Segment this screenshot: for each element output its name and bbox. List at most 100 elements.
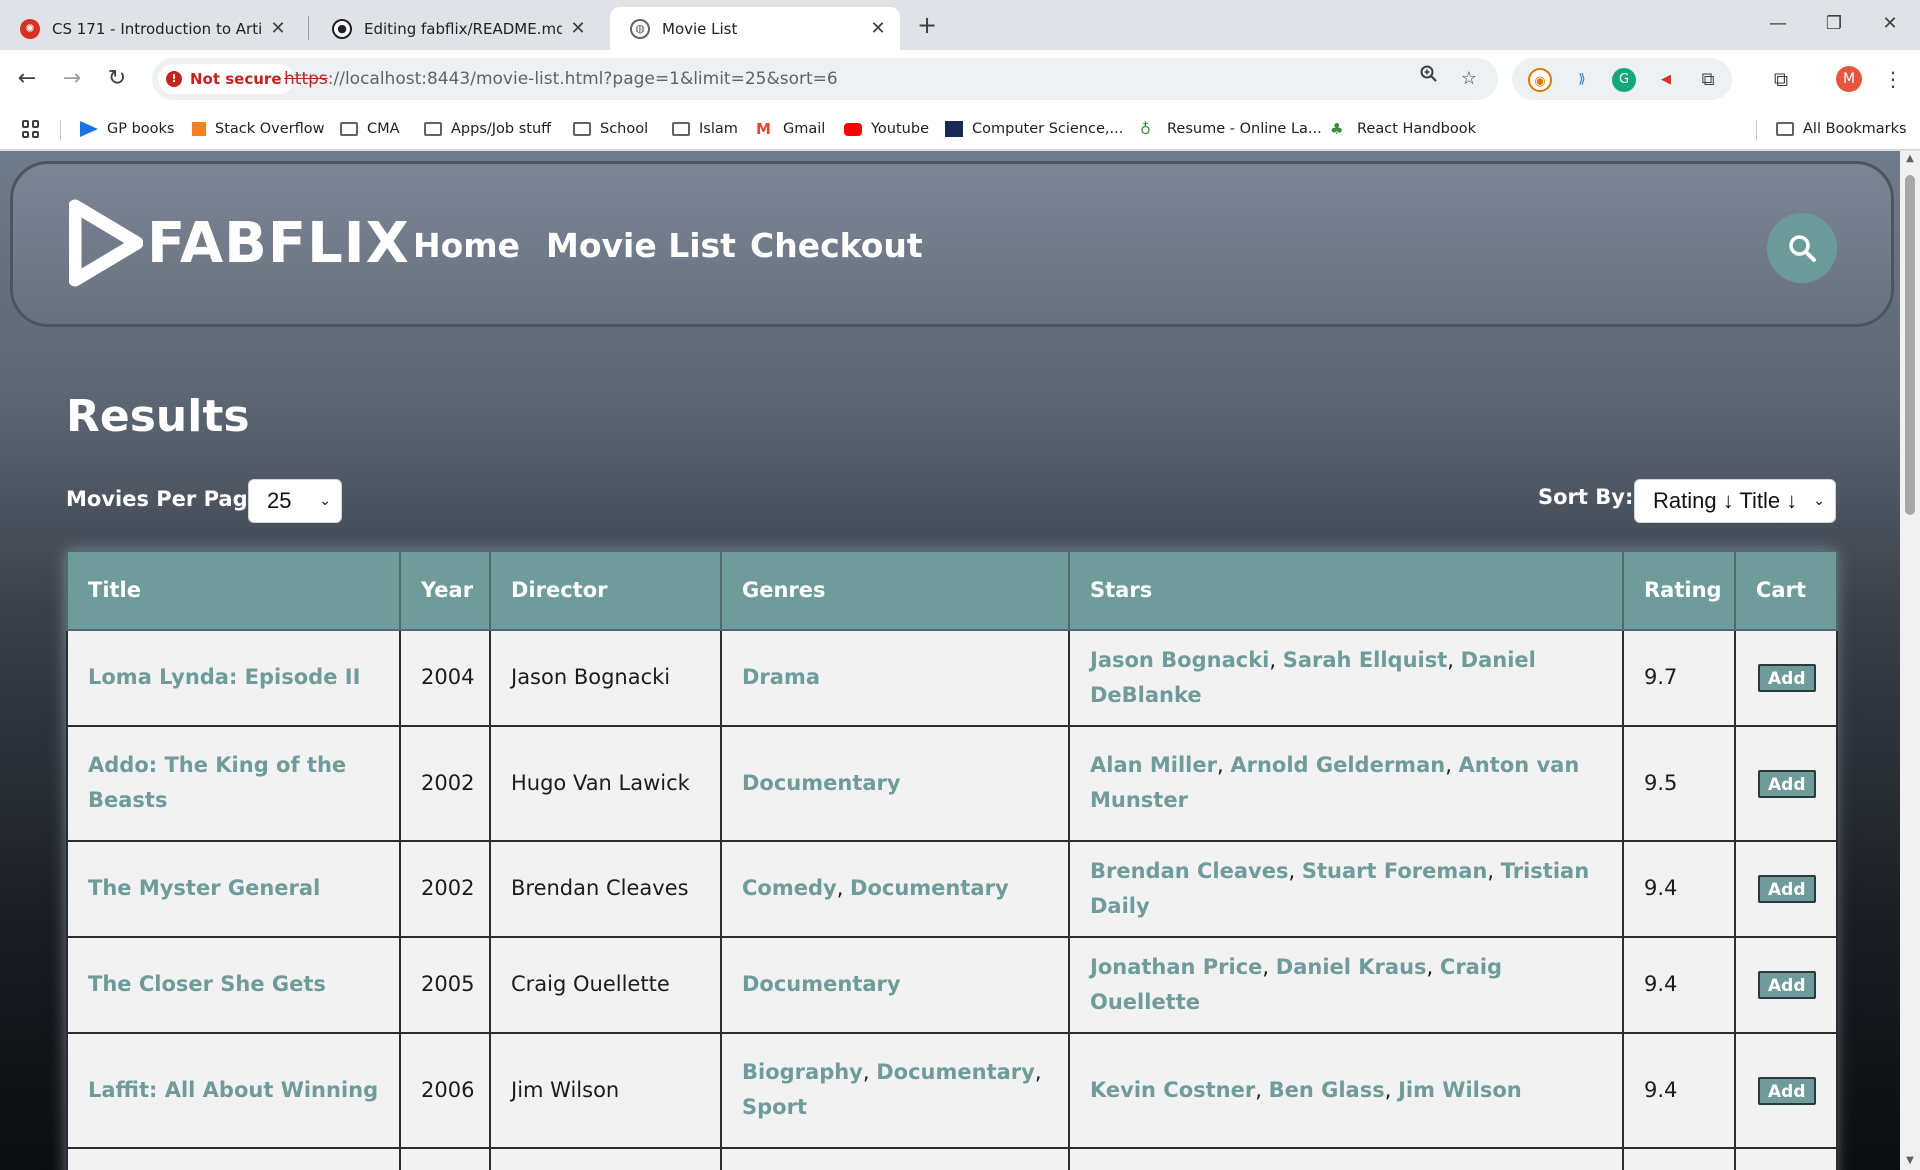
tab-cs171[interactable]: ✺ CS 171 - Introduction to Artifici ✕ — [0, 7, 300, 50]
genre-link[interactable]: Sport — [742, 1095, 807, 1119]
add-to-cart-button[interactable]: Add — [1758, 875, 1816, 903]
genre-link[interactable]: Drama — [742, 665, 820, 689]
security-chip[interactable]: ! Not secure — [158, 64, 294, 94]
url-text[interactable]: https://localhost:8443/movie-list.html?p… — [284, 58, 838, 100]
scroll-down-arrow-icon[interactable]: ▼ — [1900, 1153, 1920, 1169]
movie-stars: Jonathan Price, Daniel Kraus, Craig Ouel… — [1068, 935, 1624, 1034]
extension-2-icon[interactable]: ⟫ — [1570, 68, 1594, 92]
sort-by-label: Sort By: — [1538, 485, 1634, 509]
add-to-cart-button[interactable]: Add — [1758, 664, 1816, 692]
minimize-button[interactable]: — — [1758, 6, 1798, 42]
movie-title-link[interactable]: The Myster General — [66, 839, 401, 938]
movie-title-link[interactable]: Four Bangers — [66, 1146, 401, 1170]
grammarly-icon[interactable]: G — [1612, 68, 1636, 92]
star-link[interactable]: Arnold Gelderman — [1230, 753, 1445, 777]
movie-rating: 9.4 — [1622, 1031, 1736, 1149]
scroll-thumb[interactable] — [1905, 175, 1915, 515]
bookmark-react-handbook[interactable]: ♣ React Handbook — [1330, 108, 1476, 150]
extension-1-icon[interactable]: ◉ — [1528, 68, 1552, 92]
close-icon[interactable]: ✕ — [568, 18, 588, 39]
tab-movie-list[interactable]: ◍ Movie List ✕ — [610, 7, 900, 50]
movie-title-link[interactable]: Addo: The King of the Beasts — [66, 724, 401, 842]
movies-per-page-select[interactable]: 25 ⌄ — [248, 479, 342, 523]
close-icon[interactable]: ✕ — [868, 18, 888, 39]
header-director[interactable]: Director — [489, 551, 722, 631]
close-icon[interactable]: ✕ — [268, 18, 288, 39]
star-link[interactable]: Ben Glass — [1269, 1078, 1385, 1102]
genre-link[interactable]: Biography — [742, 1060, 863, 1084]
nav-home[interactable]: Home — [413, 226, 520, 265]
bookmark-resume[interactable]: ♁ Resume - Online La... — [1140, 108, 1322, 150]
star-link[interactable]: Jonathan Price — [1090, 955, 1262, 979]
genre-link[interactable]: Comedy — [742, 876, 837, 900]
star-link[interactable]: Sarah Ellquist — [1283, 648, 1448, 672]
add-to-cart-button[interactable]: Add — [1758, 971, 1816, 999]
bookmark-label: Computer Science,... — [972, 121, 1124, 137]
genre-link[interactable]: Documentary — [742, 771, 901, 795]
close-window-button[interactable]: ✕ — [1870, 6, 1910, 42]
header-genres[interactable]: Genres — [720, 551, 1070, 631]
list-separator: , — [862, 1060, 877, 1084]
menu-icon[interactable]: ⋮ — [1876, 62, 1910, 96]
restore-button[interactable]: ❐ — [1814, 6, 1854, 42]
nav-movie-list[interactable]: Movie List — [546, 226, 736, 265]
genre-link[interactable]: Documentary — [742, 972, 901, 996]
header-rating[interactable]: Rating — [1622, 551, 1736, 631]
movie-genres: Documentary — [720, 724, 1070, 842]
header-stars[interactable]: Stars — [1068, 551, 1624, 631]
profile-avatar[interactable]: M — [1836, 66, 1862, 92]
movie-title-link[interactable]: The Closer She Gets — [66, 935, 401, 1034]
movie-genres: Biography, Documentary, Sport — [720, 1031, 1070, 1149]
all-bookmarks-button[interactable]: All Bookmarks — [1776, 108, 1907, 150]
bookmark-stack-overflow[interactable]: Stack Overflow — [192, 108, 325, 150]
search-button[interactable] — [1767, 213, 1837, 283]
tab-github[interactable]: ● Editing fabflix/README.md at n ✕ — [312, 7, 600, 50]
address-bar[interactable]: ! Not secure https://localhost:8443/movi… — [152, 58, 1498, 100]
star-link[interactable]: Daniel Kraus — [1276, 955, 1427, 979]
star-link[interactable]: Jason Bognacki — [1090, 648, 1269, 672]
tab-search-icon[interactable]: ⧉ — [1764, 62, 1798, 96]
bookmark-youtube[interactable]: Youtube — [844, 108, 929, 150]
movie-rating: 9.4 — [1622, 839, 1736, 938]
forward-button[interactable]: → — [55, 62, 89, 96]
nav-checkout[interactable]: Checkout — [750, 226, 923, 265]
bookmark-apps-job[interactable]: Apps/Job stuff — [424, 108, 551, 150]
tab-divider — [308, 16, 309, 40]
star-link[interactable]: Jim Wilson — [1398, 1078, 1522, 1102]
page-scrollbar[interactable]: ▲ ▼ — [1900, 151, 1920, 1170]
bookmark-gmail[interactable]: M Gmail — [756, 108, 825, 150]
movie-title-link[interactable]: Loma Lynda: Episode II — [66, 628, 401, 727]
bookmark-islam[interactable]: Islam — [672, 108, 738, 150]
star-link[interactable]: Alan Miller — [1090, 753, 1217, 777]
star-link[interactable]: Kevin Costner — [1090, 1078, 1255, 1102]
play-logo-icon — [69, 199, 143, 287]
folder-icon — [672, 122, 690, 136]
zoom-icon[interactable] — [1414, 64, 1444, 94]
reload-button[interactable]: ↻ — [100, 62, 134, 96]
table-row: The Myster General 2002 Brendan Cleaves Com… — [66, 839, 1838, 938]
genre-link[interactable]: Documentary — [876, 1060, 1035, 1084]
header-year[interactable]: Year — [399, 551, 491, 631]
movie-cart: Add — [1734, 839, 1838, 938]
extensions-puzzle-icon[interactable]: ⧉ — [1696, 68, 1720, 92]
sort-by-select[interactable]: Rating ↓ Title ↓ ⌄ — [1634, 479, 1836, 523]
extension-4-icon[interactable]: ◀ — [1654, 68, 1678, 92]
apps-grid-icon[interactable] — [22, 120, 40, 138]
movie-rating: 9.4 — [1622, 935, 1736, 1034]
bookmark-school[interactable]: School — [573, 108, 648, 150]
back-button[interactable]: ← — [10, 62, 44, 96]
add-to-cart-button[interactable]: Add — [1758, 1076, 1816, 1105]
bookmark-computer-science[interactable]: Computer Science,... — [945, 108, 1123, 150]
new-tab-button[interactable]: + — [912, 10, 942, 40]
add-to-cart-button[interactable]: Add — [1758, 769, 1816, 798]
scroll-up-arrow-icon[interactable]: ▲ — [1900, 151, 1920, 167]
bookmark-gp-books[interactable]: GP books — [80, 108, 175, 150]
star-link[interactable]: Brendan Cleaves — [1090, 859, 1288, 883]
movie-title-link[interactable]: Laffit: All About Winning — [66, 1031, 401, 1149]
bookmark-star-icon[interactable]: ☆ — [1454, 64, 1484, 94]
bookmark-cma[interactable]: CMA — [340, 108, 400, 150]
fabflix-logo[interactable]: FABFLIX — [69, 198, 410, 288]
star-link[interactable]: Stuart Foreman — [1302, 859, 1488, 883]
genre-link[interactable]: Documentary — [850, 876, 1009, 900]
header-title[interactable]: Title — [66, 551, 401, 631]
